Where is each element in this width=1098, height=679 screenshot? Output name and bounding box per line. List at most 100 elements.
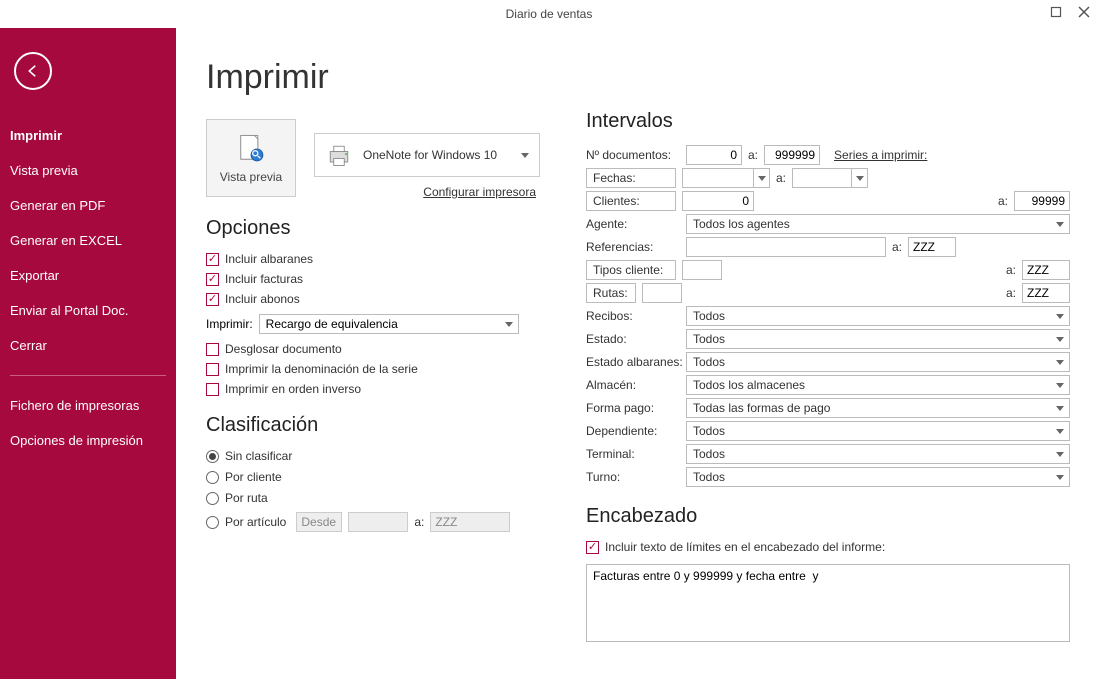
radio-cliente-label: Por cliente bbox=[225, 470, 282, 484]
rutas-to-input[interactable] bbox=[1022, 283, 1070, 303]
fechas-to-input[interactable] bbox=[792, 168, 852, 188]
chk-denom[interactable] bbox=[206, 363, 219, 376]
dep-select[interactable]: Todos bbox=[686, 421, 1070, 441]
close-button[interactable] bbox=[1076, 4, 1092, 20]
ref-from-input[interactable] bbox=[686, 237, 886, 257]
clientes-button[interactable]: Clientes: bbox=[586, 191, 676, 211]
clientes-from-input[interactable] bbox=[682, 191, 754, 211]
ref-to-input[interactable] bbox=[908, 237, 956, 257]
estado-alb-select[interactable]: Todos bbox=[686, 352, 1070, 372]
fechas-from-drop[interactable] bbox=[754, 168, 770, 188]
estado-label: Estado: bbox=[586, 332, 686, 346]
tipos-from-input[interactable] bbox=[682, 260, 722, 280]
sidebar-item-pdf[interactable]: Generar en PDF bbox=[0, 188, 176, 223]
term-label: Terminal: bbox=[586, 447, 686, 461]
window-title: Diario de ventas bbox=[506, 7, 593, 21]
fpago-label: Forma pago: bbox=[586, 401, 686, 415]
turno-select[interactable]: Todos bbox=[686, 467, 1070, 487]
estado-alb-label: Estado albaranes: bbox=[586, 355, 686, 369]
chk-encab[interactable] bbox=[586, 541, 599, 554]
radio-por-articulo[interactable] bbox=[206, 516, 219, 529]
rutas-button[interactable]: Rutas: bbox=[586, 283, 636, 303]
tipos-button[interactable]: Tipos cliente: bbox=[586, 260, 676, 280]
sidebar-item-imprimir[interactable]: Imprimir bbox=[0, 118, 176, 153]
vista-previa-button[interactable]: Vista previa bbox=[206, 119, 296, 197]
vista-previa-label: Vista previa bbox=[220, 170, 282, 184]
chk-facturas[interactable] bbox=[206, 273, 219, 286]
articulo-desde-label bbox=[296, 512, 342, 532]
chk-abonos[interactable] bbox=[206, 293, 219, 306]
rutas-from-input[interactable] bbox=[642, 283, 682, 303]
ndoc-a-label: a: bbox=[748, 148, 758, 162]
fechas-from-input[interactable] bbox=[682, 168, 754, 188]
clasificacion-heading: Clasificación bbox=[206, 414, 556, 437]
radio-por-cliente[interactable] bbox=[206, 471, 219, 484]
sidebar-item-portal[interactable]: Enviar al Portal Doc. bbox=[0, 293, 176, 328]
series-link[interactable]: Series a imprimir: bbox=[834, 148, 927, 162]
maximize-button[interactable] bbox=[1048, 4, 1064, 20]
articulo-desde-input bbox=[348, 512, 408, 532]
clientes-to-input[interactable] bbox=[1014, 191, 1070, 211]
almacen-select[interactable]: Todos los almacenes bbox=[686, 375, 1070, 395]
estado-select[interactable]: Todos bbox=[686, 329, 1070, 349]
radio-sin-clasificar[interactable] bbox=[206, 450, 219, 463]
chk-inverso[interactable] bbox=[206, 383, 219, 396]
chk-albaranes[interactable] bbox=[206, 253, 219, 266]
agente-label: Agente: bbox=[586, 217, 686, 231]
chk-desglosar-label: Desglosar documento bbox=[225, 342, 342, 356]
ndoc-to-input[interactable] bbox=[764, 145, 820, 165]
almacen-label: Almacén: bbox=[586, 378, 686, 392]
recibos-label: Recibos: bbox=[586, 309, 686, 323]
radio-sin-label: Sin clasificar bbox=[225, 449, 292, 463]
fechas-button[interactable]: Fechas: bbox=[586, 168, 676, 188]
chk-facturas-label: Incluir facturas bbox=[225, 272, 303, 286]
printer-select[interactable]: OneNote for Windows 10 bbox=[314, 133, 540, 177]
rutas-a-label: a: bbox=[1006, 286, 1016, 300]
tipos-a-label: a: bbox=[1006, 263, 1016, 277]
opciones-heading: Opciones bbox=[206, 217, 556, 240]
chk-inverso-label: Imprimir en orden inverso bbox=[225, 382, 361, 396]
fechas-a-label: a: bbox=[776, 171, 786, 185]
sidebar-item-cerrar[interactable]: Cerrar bbox=[0, 328, 176, 363]
agente-select[interactable]: Todos los agentes bbox=[686, 214, 1070, 234]
turno-label: Turno: bbox=[586, 470, 686, 484]
sidebar-item-vista-previa[interactable]: Vista previa bbox=[0, 153, 176, 188]
chk-desglosar[interactable] bbox=[206, 343, 219, 356]
chk-denom-label: Imprimir la denominación de la serie bbox=[225, 362, 418, 376]
imprimir-select[interactable]: Recargo de equivalencia bbox=[259, 314, 519, 334]
page-title: Imprimir bbox=[206, 58, 556, 97]
back-button[interactable] bbox=[14, 52, 52, 90]
chevron-down-icon bbox=[521, 153, 529, 158]
term-select[interactable]: Todos bbox=[686, 444, 1070, 464]
printer-icon bbox=[325, 141, 353, 169]
radio-por-ruta[interactable] bbox=[206, 492, 219, 505]
radio-ruta-label: Por ruta bbox=[225, 491, 268, 505]
dep-label: Dependiente: bbox=[586, 424, 686, 438]
ref-label: Referencias: bbox=[586, 240, 686, 254]
sidebar-item-exportar[interactable]: Exportar bbox=[0, 258, 176, 293]
fechas-to-drop[interactable] bbox=[852, 168, 868, 188]
encabezado-heading: Encabezado bbox=[586, 505, 1070, 528]
ndoc-from-input[interactable] bbox=[686, 145, 742, 165]
imprimir-label: Imprimir: bbox=[206, 317, 253, 331]
articulo-a-label: a: bbox=[414, 515, 424, 529]
sidebar: Imprimir Vista previa Generar en PDF Gen… bbox=[0, 28, 176, 679]
configurar-impresora-link[interactable]: Configurar impresora bbox=[314, 185, 536, 199]
encab-textarea[interactable] bbox=[586, 564, 1070, 642]
sidebar-item-excel[interactable]: Generar en EXCEL bbox=[0, 223, 176, 258]
sidebar-item-fichero-impresoras[interactable]: Fichero de impresoras bbox=[0, 388, 176, 423]
chk-abonos-label: Incluir abonos bbox=[225, 292, 300, 306]
sidebar-separator bbox=[10, 375, 166, 376]
intervalos-heading: Intervalos bbox=[586, 110, 1070, 133]
articulo-a-input bbox=[430, 512, 510, 532]
ref-a-label: a: bbox=[892, 240, 902, 254]
sidebar-item-opciones-impresion[interactable]: Opciones de impresión bbox=[0, 423, 176, 458]
ndoc-label: Nº documentos: bbox=[586, 148, 686, 162]
clientes-a-label: a: bbox=[998, 194, 1008, 208]
recibos-select[interactable]: Todos bbox=[686, 306, 1070, 326]
tipos-to-input[interactable] bbox=[1022, 260, 1070, 280]
fpago-select[interactable]: Todas las formas de pago bbox=[686, 398, 1070, 418]
chk-albaranes-label: Incluir albaranes bbox=[225, 252, 313, 266]
printer-name: OneNote for Windows 10 bbox=[363, 148, 511, 162]
radio-articulo-label: Por artículo bbox=[225, 515, 286, 529]
